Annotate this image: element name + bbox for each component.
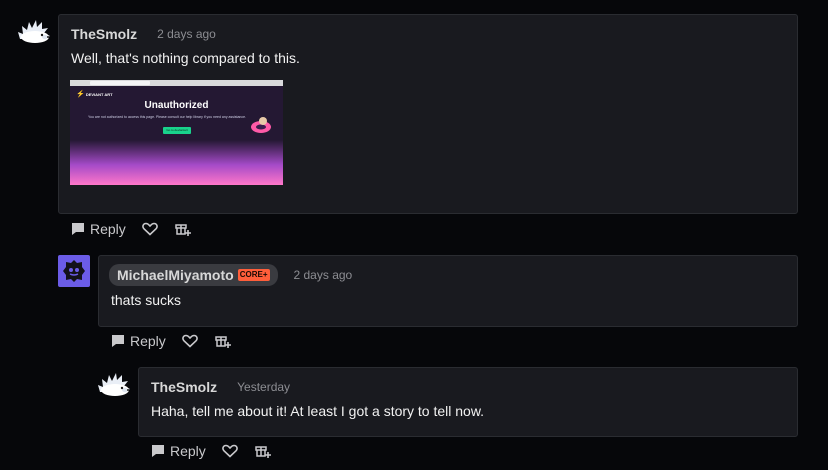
browser-bar: [70, 80, 283, 86]
gift-icon[interactable]: [254, 443, 272, 459]
avatar-thesmolz-1[interactable]: [17, 17, 51, 50]
comment-card: MichaelMiyamoto CORE+ 2 days ago thats s…: [98, 255, 798, 327]
timestamp[interactable]: Yesterday: [237, 380, 290, 394]
heart-icon[interactable]: [181, 334, 198, 348]
avatar-thesmolz-2[interactable]: [97, 370, 131, 403]
deviantart-logo: ⚡ DEVIANT ART: [76, 91, 113, 98]
robot-face-icon: [58, 255, 90, 287]
speech-bubble-icon: [72, 223, 84, 235]
browser-url-bar: [90, 81, 150, 85]
speech-bubble-icon: [152, 445, 164, 457]
comment-actions: Reply: [111, 333, 232, 349]
comment-actions: Reply: [151, 443, 272, 459]
timestamp[interactable]: 2 days ago: [157, 27, 216, 41]
reply-button[interactable]: Reply: [111, 333, 166, 349]
heart-icon[interactable]: [221, 444, 238, 458]
timestamp[interactable]: 2 days ago: [294, 268, 353, 282]
username-pill[interactable]: MichaelMiyamoto CORE+: [109, 264, 278, 286]
screenshot-title: Unauthorized: [144, 100, 209, 111]
username: MichaelMiyamoto: [117, 267, 234, 283]
username[interactable]: TheSmolz: [71, 26, 137, 42]
reply-label: Reply: [130, 333, 166, 349]
gift-icon[interactable]: [214, 333, 232, 349]
heart-icon[interactable]: [141, 222, 158, 236]
hedgehog-icon: [18, 20, 50, 43]
reply-label: Reply: [90, 221, 126, 237]
float-ring-icon: [251, 117, 271, 133]
comment-text: Haha, tell me about it! At least I got a…: [151, 403, 485, 419]
comment-card: TheSmolz Yesterday Haha, tell me about i…: [138, 367, 798, 437]
reply-button[interactable]: Reply: [151, 443, 206, 459]
attached-screenshot-image[interactable]: ⚡ DEVIANT ART Unauthorized You are not a…: [70, 80, 283, 185]
screenshot-button: Go to deviantart: [163, 127, 191, 134]
avatar-michaelmiyamoto[interactable]: [58, 255, 90, 292]
comment-actions: Reply: [71, 221, 192, 237]
glow-gradient: [70, 140, 283, 185]
comment-text: Well, that's nothing compared to this.: [71, 50, 300, 66]
core-plus-badge: CORE+: [237, 269, 270, 281]
comment-text: thats sucks: [111, 292, 182, 308]
username[interactable]: TheSmolz: [151, 379, 217, 395]
hedgehog-icon: [98, 373, 130, 396]
reply-label: Reply: [170, 443, 206, 459]
screenshot-message: You are not authorized to access this pa…: [88, 115, 247, 119]
speech-bubble-icon: [112, 335, 124, 347]
gift-icon[interactable]: [174, 221, 192, 237]
reply-button[interactable]: Reply: [71, 221, 126, 237]
